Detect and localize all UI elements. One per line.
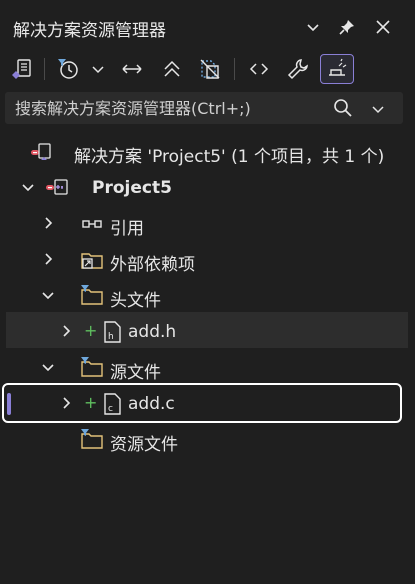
tree-item-source-files[interactable]: 源文件: [0, 350, 415, 386]
title-bar: 解决方案资源管理器: [0, 0, 415, 54]
chevron-down-icon[interactable]: [40, 359, 56, 375]
show-all-files-icon[interactable]: [196, 54, 224, 84]
references-icon: [80, 212, 104, 236]
filter-folder-icon: [80, 428, 104, 452]
filter-folder-icon: [80, 356, 104, 380]
tree-item-add-c[interactable]: + c add.c: [0, 386, 415, 422]
external-deps-label: 外部依赖项: [110, 255, 195, 275]
properties-wrench-icon[interactable]: [284, 54, 312, 84]
pending-changes-filter-icon[interactable]: [54, 54, 82, 84]
tree-item-external-deps[interactable]: 外部依赖项: [0, 242, 415, 278]
file-label-add-h: add.h: [128, 322, 177, 342]
chevron-right-icon[interactable]: [40, 251, 56, 267]
window-title: 解决方案资源管理器: [13, 21, 166, 41]
tree-item-add-h[interactable]: + h add.h: [0, 314, 415, 350]
pin-icon[interactable]: [334, 14, 360, 40]
toolbar-separator: [44, 58, 45, 80]
external-deps-folder-icon: [80, 248, 104, 272]
search-icon[interactable]: [333, 98, 353, 118]
toolbar: [0, 54, 415, 88]
git-added-marker: +: [84, 393, 98, 412]
chevron-down-icon[interactable]: [40, 287, 56, 303]
close-icon[interactable]: [370, 14, 396, 40]
chevron-right-icon[interactable]: [58, 323, 74, 339]
vs-switch-views-icon[interactable]: [8, 54, 36, 84]
svg-text:h: h: [108, 332, 114, 342]
tree-item-resource-files[interactable]: 资源文件: [0, 422, 415, 458]
chevron-down-icon[interactable]: [371, 101, 385, 115]
header-files-label: 头文件: [110, 291, 161, 311]
collapse-all-icon[interactable]: [158, 54, 186, 84]
project-icon: [44, 176, 68, 200]
svg-text:c: c: [108, 404, 113, 414]
preview-selected-icon[interactable]: [320, 54, 354, 84]
code-view-icon[interactable]: [246, 54, 272, 84]
references-label: 引用: [110, 219, 144, 239]
chevron-right-icon[interactable]: [40, 215, 56, 231]
chevron-down-icon[interactable]: [88, 54, 108, 84]
chevron-down-icon[interactable]: [20, 179, 36, 195]
tree-item-project[interactable]: Project5: [0, 170, 415, 206]
filter-folder-icon: [80, 284, 104, 308]
tree-item-solution[interactable]: 解决方案 'Project5' (1 个项目，共 1 个): [0, 134, 415, 170]
tree-item-header-files[interactable]: 头文件: [0, 278, 415, 314]
toolbar-separator: [234, 58, 235, 80]
resource-files-label: 资源文件: [110, 435, 178, 455]
sync-icon[interactable]: [118, 54, 146, 84]
search-input[interactable]: [15, 92, 315, 124]
project-label: Project5: [92, 178, 172, 198]
solution-icon: [28, 140, 52, 164]
git-added-marker: +: [84, 321, 98, 340]
chevron-down-icon[interactable]: [300, 14, 326, 40]
source-files-label: 源文件: [110, 363, 161, 383]
search-box: [5, 92, 403, 124]
header-file-icon: h: [100, 320, 124, 344]
chevron-right-icon[interactable]: [58, 395, 74, 411]
solution-label: 解决方案 'Project5' (1 个项目，共 1 个): [74, 147, 385, 167]
tree-item-references[interactable]: 引用: [0, 206, 415, 242]
file-label-add-c: add.c: [128, 394, 175, 414]
c-file-icon: c: [100, 392, 124, 416]
